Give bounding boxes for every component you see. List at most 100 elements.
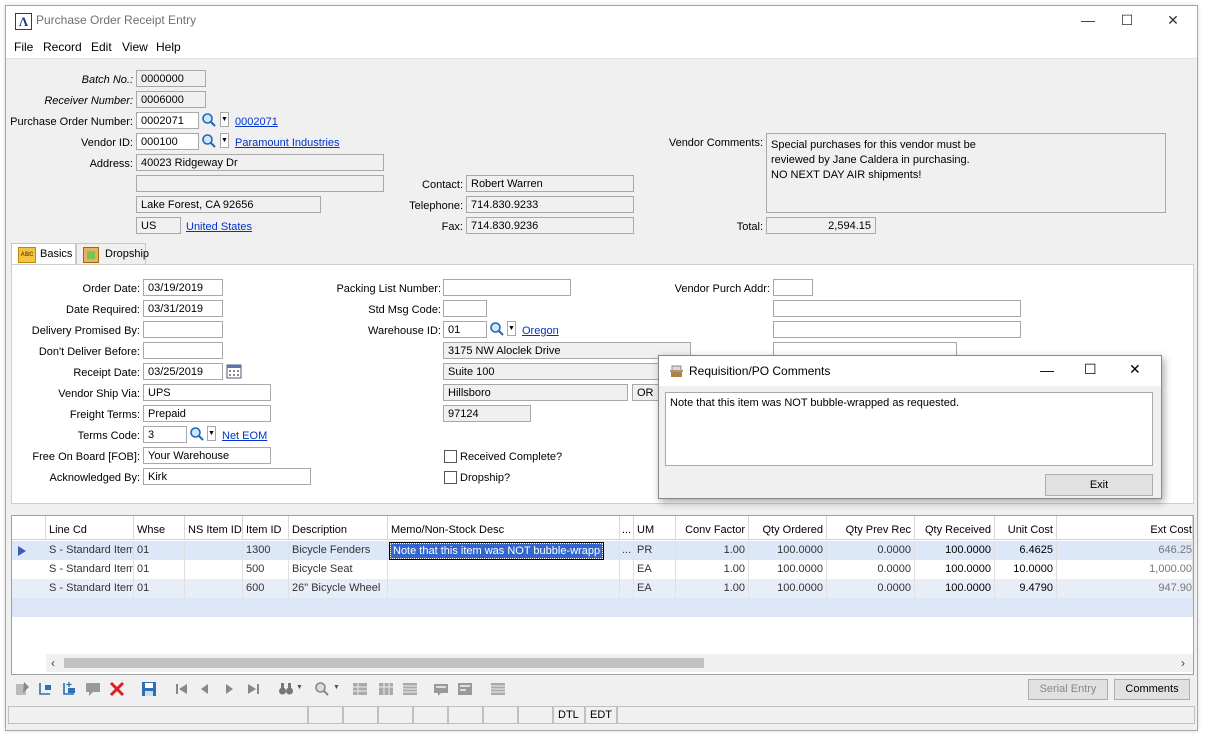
cell-qty-ordered[interactable]: 100.0000 (749, 579, 827, 598)
serial-entry-button[interactable]: Serial Entry (1028, 679, 1108, 700)
cell-ns-item-id[interactable] (185, 541, 243, 560)
vendor-link[interactable]: Paramount Industries (235, 137, 340, 149)
previous-record-icon[interactable] (197, 681, 213, 697)
warehouse-address2[interactable]: Suite 100 (443, 363, 691, 380)
dialog-minimize-button[interactable]: — (1040, 362, 1054, 378)
received-complete-checkbox[interactable] (444, 450, 457, 463)
cell-line-cd[interactable]: S - Standard Item (46, 579, 134, 598)
find-icon[interactable] (278, 681, 294, 697)
comments-button[interactable]: Comments (1114, 679, 1190, 700)
contact-field[interactable]: Robert Warren (466, 175, 634, 192)
col-ext-cost[interactable]: Ext Cost (1057, 516, 1193, 540)
po-link[interactable]: 0002071 (235, 116, 278, 128)
telephone-field[interactable]: 714.830.9233 (466, 196, 634, 213)
zoom-icon[interactable] (314, 681, 330, 697)
col-ns-item-id[interactable]: NS Item ID (185, 516, 243, 540)
cell-qty-received[interactable]: 100.0000 (915, 579, 995, 598)
packing-list-field[interactable] (443, 279, 571, 296)
menu-file[interactable]: File (14, 40, 33, 54)
grid-settings-icon[interactable] (352, 681, 368, 697)
memo-selected-text[interactable]: Note that this item was NOT bubble-wrapp (388, 542, 605, 560)
vendor-purch-addr-line1[interactable] (773, 300, 1021, 317)
cell-conv-factor[interactable]: 1.00 (676, 560, 749, 579)
find-dropdown-icon[interactable]: ▼ (296, 684, 303, 691)
vendor-purch-addr-field[interactable] (773, 279, 813, 296)
warehouse-address1[interactable]: 3175 NW Aloclek Drive (443, 342, 691, 359)
fob-field[interactable]: Your Warehouse (143, 447, 271, 464)
acknowledged-by-field[interactable]: Kirk (143, 468, 311, 485)
terms-code-field[interactable]: 3 (143, 426, 187, 443)
dialog-close-button[interactable]: ✕ (1129, 361, 1141, 378)
next-record-icon[interactable] (221, 681, 237, 697)
col-conv-factor[interactable]: Conv Factor (676, 516, 749, 540)
scroll-left-icon[interactable]: ‹ (51, 656, 55, 670)
col-description[interactable]: Description (289, 516, 388, 540)
address-line2[interactable] (136, 175, 384, 192)
cell-description[interactable]: Bicycle Seat (289, 560, 388, 579)
std-msg-code-field[interactable] (443, 300, 487, 317)
new-row[interactable] (12, 598, 1193, 617)
cell-item-id[interactable]: 500 (243, 560, 289, 579)
cell-unit-cost[interactable]: 6.4625 (995, 541, 1057, 560)
cell-unit-cost[interactable]: 9.4790 (995, 579, 1057, 598)
warehouse-link[interactable]: Oregon (522, 325, 559, 337)
cell-line-cd[interactable]: S - Standard Item (46, 541, 134, 560)
vendor-comments-box[interactable]: Special purchases for this vendor must b… (766, 133, 1166, 213)
vendor-id-field[interactable]: 000100 (136, 133, 199, 150)
vendor-lookup-icon[interactable] (201, 133, 217, 149)
grid-rows-icon[interactable] (402, 681, 418, 697)
cell-memo-ellipsis[interactable] (620, 560, 634, 579)
tab-dropship[interactable]: Dropship (76, 243, 149, 265)
cell-memo-ellipsis[interactable]: ... (620, 541, 634, 560)
last-record-icon[interactable] (245, 681, 261, 697)
cell-memo-ellipsis[interactable] (620, 579, 634, 598)
col-qty-ordered[interactable]: Qty Ordered (749, 516, 827, 540)
cell-memo[interactable] (388, 560, 620, 579)
grid-columns-icon[interactable] (378, 681, 394, 697)
receipt-date-field[interactable]: 03/25/2019 (143, 363, 223, 380)
terms-link[interactable]: Net EOM (222, 430, 267, 442)
ship-via-field[interactable]: UPS (143, 384, 271, 401)
terms-lookup-icon[interactable] (189, 426, 205, 442)
cell-ns-item-id[interactable] (185, 579, 243, 598)
minimize-button[interactable]: — (1073, 10, 1103, 30)
country-code-field[interactable]: US (136, 217, 181, 234)
calendar-icon[interactable] (226, 363, 242, 379)
cell-line-cd[interactable]: S - Standard Item (46, 560, 134, 579)
vendor-purch-addr-line2[interactable] (773, 321, 1021, 338)
menu-record[interactable]: Record (43, 40, 82, 54)
cell-description[interactable]: 26" Bicycle Wheel (289, 579, 388, 598)
col-um[interactable]: UM (634, 516, 676, 540)
cell-ns-item-id[interactable] (185, 560, 243, 579)
cell-whse[interactable]: 01 (134, 579, 185, 598)
address-line1[interactable]: 40023 Ridgeway Dr (136, 154, 384, 171)
cell-whse[interactable]: 01 (134, 541, 185, 560)
cell-memo[interactable] (388, 579, 620, 598)
memo-icon[interactable] (433, 681, 449, 697)
po-number-field[interactable]: 0002071 (136, 112, 199, 129)
vendor-dropdown-icon[interactable]: ▼ (220, 133, 229, 148)
col-item-id[interactable]: Item ID (243, 516, 289, 540)
warehouse-id-field[interactable]: 01 (443, 321, 487, 338)
date-required-field[interactable]: 03/31/2019 (143, 300, 223, 317)
scrollbar-thumb[interactable] (64, 658, 704, 668)
col-unit-cost[interactable]: Unit Cost (995, 516, 1057, 540)
insert-line-after-icon[interactable] (61, 681, 77, 697)
receiver-number-field[interactable]: 0006000 (136, 91, 206, 108)
save-icon[interactable] (141, 681, 157, 697)
cell-description[interactable]: Bicycle Fenders (289, 541, 388, 560)
comment-text-area[interactable]: Note that this item was NOT bubble-wrapp… (665, 392, 1153, 466)
delivery-promised-field[interactable] (143, 321, 223, 338)
cell-conv-factor[interactable]: 1.00 (676, 579, 749, 598)
col-memo[interactable]: Memo/Non-Stock Desc (388, 516, 620, 540)
cell-um[interactable]: PR (634, 541, 676, 560)
cell-qty-prev-rec[interactable]: 0.0000 (827, 560, 915, 579)
po-lookup-icon[interactable] (201, 112, 217, 128)
dont-deliver-field[interactable] (143, 342, 223, 359)
insert-line-icon[interactable] (37, 681, 53, 697)
close-button[interactable]: ✕ (1158, 10, 1188, 30)
cell-qty-prev-rec[interactable]: 0.0000 (827, 579, 915, 598)
batch-no-field[interactable]: 0000000 (136, 70, 206, 87)
cell-qty-prev-rec[interactable]: 0.0000 (827, 541, 915, 560)
country-link[interactable]: United States (186, 221, 252, 233)
